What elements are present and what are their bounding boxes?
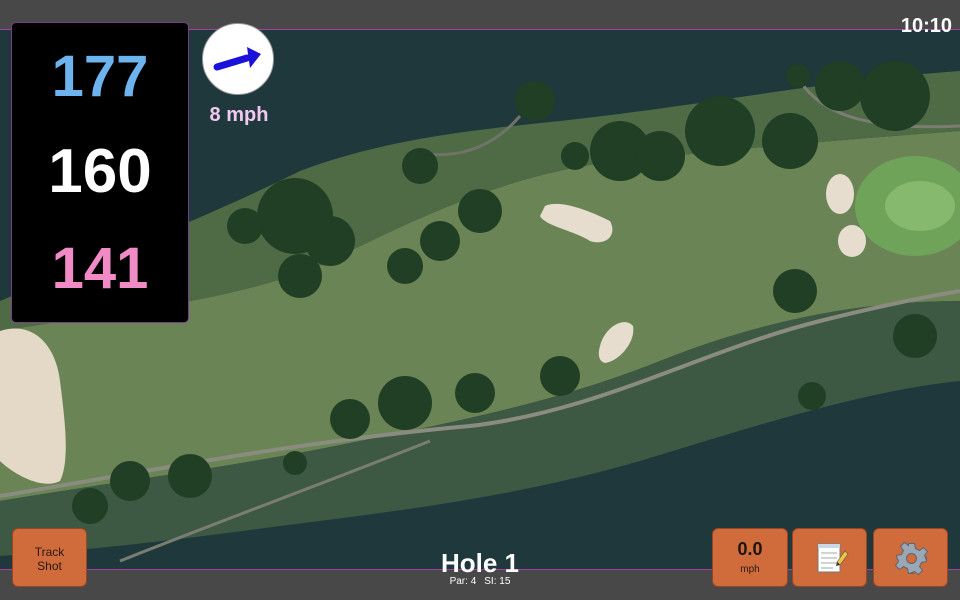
track-shot-label-line1: Track bbox=[34, 545, 65, 559]
bunker bbox=[826, 174, 854, 214]
distance-panel: 177 160 141 bbox=[11, 22, 189, 323]
tree bbox=[283, 451, 307, 475]
distance-middle: 160 bbox=[48, 137, 152, 206]
distance-back: 177 bbox=[51, 44, 149, 109]
tree bbox=[168, 454, 212, 498]
hole-info: Par: 4 SI: 15 bbox=[380, 576, 580, 587]
tree bbox=[561, 142, 589, 170]
tree bbox=[72, 488, 108, 524]
speed-button[interactable]: 0.0 mph bbox=[712, 528, 788, 587]
notes-button[interactable] bbox=[792, 528, 867, 587]
tree bbox=[798, 382, 826, 410]
gear-icon bbox=[894, 541, 929, 576]
tree bbox=[420, 221, 460, 261]
tree bbox=[402, 148, 438, 184]
tree bbox=[387, 248, 423, 284]
wind-speed: 8 mph bbox=[209, 104, 269, 126]
speed-unit: mph bbox=[740, 564, 760, 575]
wind-direction-arrow-icon bbox=[213, 47, 261, 71]
tree bbox=[893, 314, 937, 358]
green-center bbox=[885, 181, 955, 231]
notepad-icon bbox=[817, 543, 849, 573]
hole-si: SI: 15 bbox=[484, 576, 511, 587]
track-shot-label-line2: Shot bbox=[37, 559, 62, 573]
speed-value: 0.0 bbox=[737, 539, 763, 559]
tree bbox=[815, 61, 865, 111]
tree bbox=[635, 131, 685, 181]
clock: 10:10 bbox=[900, 15, 952, 37]
tree bbox=[330, 399, 370, 439]
tree bbox=[515, 81, 555, 121]
tree bbox=[540, 356, 580, 396]
tree bbox=[860, 61, 930, 131]
tree bbox=[786, 64, 810, 88]
tree bbox=[762, 113, 818, 169]
tree bbox=[455, 373, 495, 413]
tree bbox=[378, 376, 432, 430]
tree bbox=[278, 254, 322, 298]
bunker bbox=[838, 225, 866, 257]
distance-front: 141 bbox=[51, 236, 149, 301]
tree bbox=[227, 208, 263, 244]
settings-button[interactable] bbox=[873, 528, 948, 587]
tree bbox=[685, 96, 755, 166]
track-shot-button[interactable]: Track Shot bbox=[12, 528, 87, 587]
hole-title: Hole 1 bbox=[440, 548, 520, 578]
tree bbox=[773, 269, 817, 313]
tree bbox=[458, 189, 502, 233]
tree bbox=[110, 461, 150, 501]
wind-indicator bbox=[202, 23, 274, 95]
hole-par: Par: 4 bbox=[449, 576, 477, 587]
